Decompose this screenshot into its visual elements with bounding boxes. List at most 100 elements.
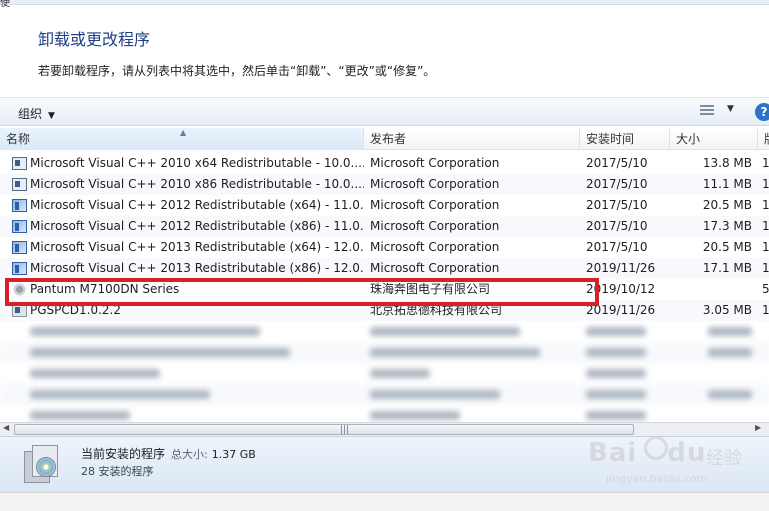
blurred-program-row[interactable]	[0, 384, 769, 405]
program-version: 5	[762, 282, 769, 296]
column-header-publisher[interactable]: 发布者	[364, 128, 580, 150]
program-publisher: Microsoft Corporation	[370, 261, 500, 275]
blurred-publisher	[370, 321, 580, 342]
programs-icon	[24, 443, 60, 485]
blurred-date	[586, 405, 672, 422]
package-icon	[12, 199, 27, 212]
watermark: Bai du 经验 jingyan.baidu.com	[588, 432, 758, 492]
program-publisher: Microsoft Corporation	[370, 198, 500, 212]
program-name-cell: Microsoft Visual C++ 2012 Redistributabl…	[8, 195, 364, 216]
program-publisher: Microsoft Corporation	[370, 177, 500, 191]
blurred-size	[674, 321, 754, 342]
blurred-date	[586, 363, 672, 384]
program-install-date: 2017/5/10	[586, 240, 648, 254]
column-header-installed-on-label: 安装时间	[586, 132, 635, 146]
program-size: 20.5 MB	[702, 198, 752, 212]
total-size-value: 1.37 GB	[211, 448, 256, 461]
program-row[interactable]: Microsoft Visual C++ 2013 Redistributabl…	[0, 258, 769, 279]
column-header-installed-on[interactable]: 安装时间	[580, 128, 670, 150]
program-publisher: Microsoft Corporation	[370, 219, 500, 233]
installer-icon	[12, 178, 27, 191]
program-version: 1	[762, 240, 769, 254]
program-size	[674, 279, 754, 300]
program-name: Microsoft Visual C++ 2010 x86 Redistribu…	[30, 177, 364, 191]
program-name: Microsoft Visual C++ 2012 Redistributabl…	[30, 219, 364, 233]
scrollbar-grip-icon: |||	[340, 425, 350, 435]
program-name-cell: Microsoft Visual C++ 2012 Redistributabl…	[8, 216, 364, 237]
program-version: 1	[762, 156, 769, 170]
blurred-name	[8, 384, 364, 405]
program-version: 1	[762, 198, 769, 212]
program-row[interactable]: Microsoft Visual C++ 2010 x64 Redistribu…	[0, 153, 769, 174]
blurred-date	[586, 384, 672, 405]
program-name: Microsoft Visual C++ 2013 Redistributabl…	[30, 261, 364, 275]
blurred-date	[586, 342, 672, 363]
package-icon	[12, 220, 27, 233]
window-top-strip: 使	[0, 0, 769, 9]
command-bar: 组织 ▼ ▼ ?	[0, 97, 769, 126]
program-name-cell: Microsoft Visual C++ 2013 Redistributabl…	[8, 258, 364, 279]
program-name-cell: Microsoft Visual C++ 2013 Redistributabl…	[8, 237, 364, 258]
blurred-program-row[interactable]	[0, 405, 769, 422]
blurred-publisher	[370, 363, 580, 384]
highlight-box	[5, 278, 599, 306]
blurred-publisher	[370, 342, 580, 363]
blurred-publisher	[370, 405, 580, 422]
chevron-down-icon: ▼	[727, 104, 734, 114]
blurred-name	[8, 363, 364, 384]
window-bottom-bar	[0, 492, 769, 511]
blurred-program-row[interactable]	[0, 342, 769, 363]
program-row[interactable]: Microsoft Visual C++ 2010 x86 Redistribu…	[0, 174, 769, 195]
program-row[interactable]: Microsoft Visual C++ 2013 Redistributabl…	[0, 237, 769, 258]
total-size-label: 总大小:	[171, 448, 208, 461]
program-install-date: 2017/5/10	[586, 219, 648, 233]
program-install-date: 2017/5/10	[586, 156, 648, 170]
paw-logo-icon	[644, 436, 668, 460]
program-size: 17.1 MB	[702, 261, 752, 275]
blurred-size	[674, 384, 754, 405]
blurred-size	[674, 342, 754, 363]
package-icon	[12, 262, 27, 275]
scroll-left-icon[interactable]: ◀	[3, 423, 9, 432]
details-summary: 当前安装的程序 总大小: 1.37 GB	[81, 445, 256, 462]
program-name-cell: Microsoft Visual C++ 2010 x64 Redistribu…	[8, 153, 364, 174]
blurred-name	[8, 342, 364, 363]
details-view-icon	[700, 105, 714, 117]
change-view-button[interactable]: ▼	[700, 104, 740, 120]
program-size: 20.5 MB	[702, 240, 752, 254]
program-row[interactable]: Microsoft Visual C++ 2012 Redistributabl…	[0, 195, 769, 216]
program-size: 17.3 MB	[702, 219, 752, 233]
organize-button[interactable]: 组织 ▼	[18, 105, 55, 122]
program-version: 1	[762, 303, 769, 317]
program-name: Microsoft Visual C++ 2013 Redistributabl…	[30, 240, 364, 254]
top-fragment-text: 使	[0, 0, 10, 9]
installer-icon	[12, 157, 27, 170]
help-button[interactable]: ?	[755, 103, 769, 121]
column-header-size[interactable]: 大小	[670, 128, 758, 150]
program-install-date: 2019/11/26	[586, 261, 656, 275]
blurred-size	[674, 363, 754, 384]
column-header-version[interactable]: 版	[758, 128, 769, 150]
program-name-cell: Microsoft Visual C++ 2010 x86 Redistribu…	[8, 174, 364, 195]
sort-ascending-icon: ▲	[180, 128, 187, 137]
blurred-program-row[interactable]	[0, 321, 769, 342]
blurred-date	[586, 321, 672, 342]
watermark-brand-suffix: 经验	[706, 448, 742, 469]
program-version: 1	[762, 177, 769, 191]
blurred-publisher	[370, 384, 580, 405]
program-size: 3.05 MB	[702, 303, 752, 317]
program-name: Microsoft Visual C++ 2012 Redistributabl…	[30, 198, 364, 212]
column-header-name[interactable]: ▲ 名称	[0, 128, 364, 150]
blurred-program-row[interactable]	[0, 363, 769, 384]
scrollbar-thumb[interactable]: |||	[14, 424, 634, 435]
column-header-row: ▲ 名称 发布者 安装时间 大小 版	[0, 128, 769, 150]
organize-label: 组织	[18, 107, 43, 121]
program-install-date: 2017/5/10	[586, 177, 648, 191]
program-version: 1	[762, 261, 769, 275]
column-header-name-label: 名称	[6, 132, 31, 146]
program-size: 11.1 MB	[702, 177, 752, 191]
program-publisher: Microsoft Corporation	[370, 156, 500, 170]
scroll-right-icon[interactable]: ▶	[755, 423, 761, 432]
program-size: 13.8 MB	[702, 156, 752, 170]
program-row[interactable]: Microsoft Visual C++ 2012 Redistributabl…	[0, 216, 769, 237]
